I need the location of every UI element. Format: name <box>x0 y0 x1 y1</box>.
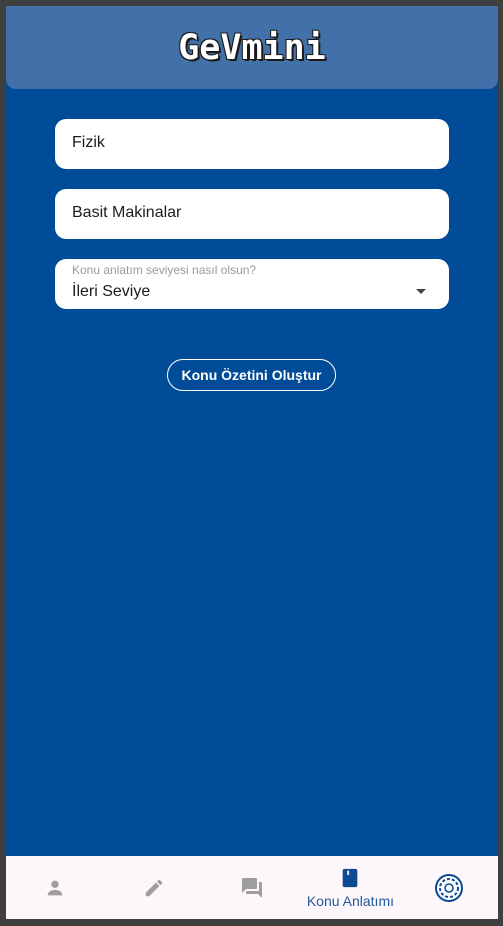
nav-item-profile[interactable] <box>6 856 104 919</box>
topic-field-value: Basit Makinalar <box>72 204 182 221</box>
generate-summary-button[interactable]: Konu Özetini Oluştur <box>167 359 336 391</box>
bottom-navigation: Konu Anlatımı <box>6 856 498 919</box>
level-dropdown-value: İleri Seviye <box>72 283 151 300</box>
app-title: GeVmini <box>178 27 326 68</box>
app-bar: GeVmini <box>6 6 498 89</box>
book-icon <box>339 867 361 889</box>
subject-field-value: Fizik <box>72 134 105 151</box>
gemini-logo-icon <box>434 873 464 903</box>
chat-icon <box>240 876 264 900</box>
person-icon <box>44 877 66 899</box>
nav-item-write[interactable] <box>104 856 202 919</box>
level-dropdown[interactable]: Konu anlatım seviyesi nasıl olsun? İleri… <box>55 259 449 309</box>
level-dropdown-label: Konu anlatım seviyesi nasıl olsun? <box>72 263 257 277</box>
topic-field[interactable]: Basit Makinalar <box>55 189 449 239</box>
nav-item-label: Konu Anlatımı <box>306 892 394 909</box>
subject-field[interactable]: Fizik <box>55 119 449 169</box>
pencil-icon <box>143 877 165 899</box>
nav-item-chat[interactable] <box>203 856 301 919</box>
app-frame: GeVmini Fizik Basit Makinalar Konu anlat… <box>6 6 498 919</box>
nav-item-gemini[interactable] <box>400 856 498 919</box>
nav-item-konu-anlatimi[interactable]: Konu Anlatımı <box>301 856 399 919</box>
chevron-down-icon[interactable] <box>416 289 426 294</box>
